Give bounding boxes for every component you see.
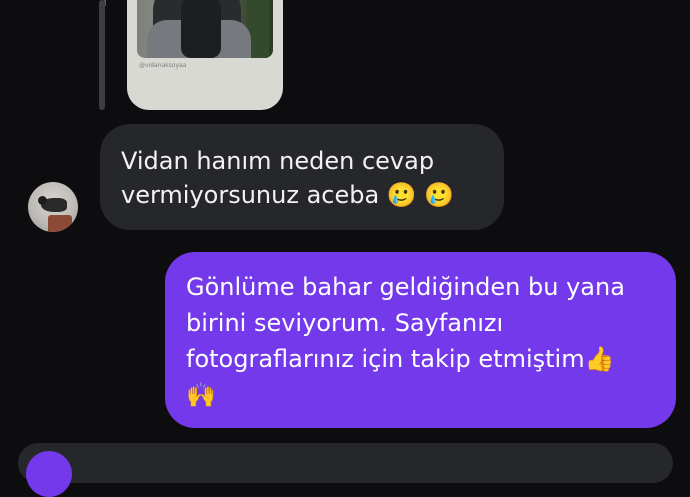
sender-avatar[interactable] [28, 182, 78, 232]
avatar-post [48, 215, 72, 232]
shared-post-caption: @vidanaksoyaa [139, 62, 187, 69]
incoming-message-bubble[interactable]: Vidan hanım neden cevap vermiyorsunuz ac… [100, 124, 504, 230]
reply-thread-line [99, 0, 105, 110]
message-composer[interactable] [18, 443, 673, 497]
avatar-bird-head [38, 196, 47, 205]
camera-icon[interactable] [26, 451, 72, 497]
photo-scarf [181, 0, 221, 58]
outgoing-message-bubble[interactable]: Gönlüme bahar geldiğinden bu yana birini… [165, 252, 676, 428]
incoming-message-text: Vidan hanım neden cevap vermiyorsunuz ac… [121, 147, 455, 209]
outgoing-message-text: Gönlüme bahar geldiğinden bu yana birini… [186, 273, 625, 409]
shared-post-card[interactable]: @vidanaksoyaa [127, 0, 283, 110]
shared-post-image [137, 0, 273, 58]
